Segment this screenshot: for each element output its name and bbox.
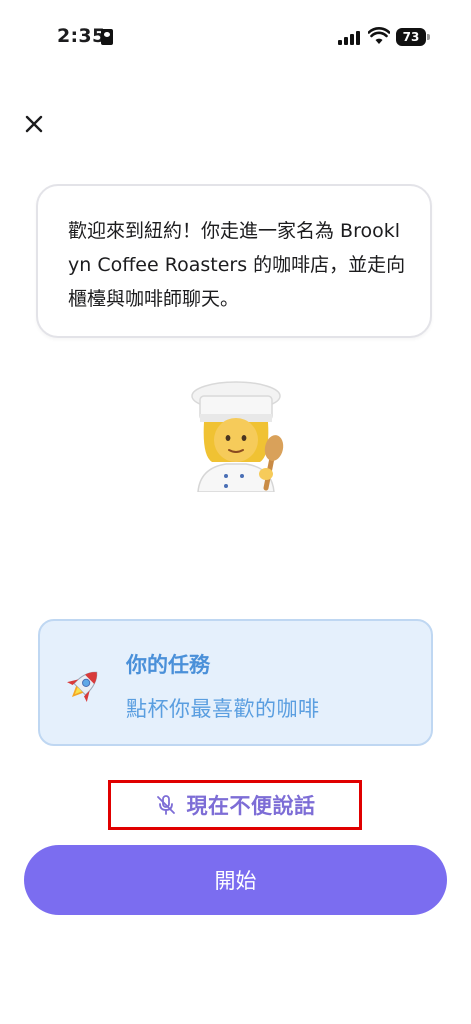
mic-off-icon bbox=[156, 795, 175, 815]
mission-title: 你的任務 bbox=[126, 653, 210, 677]
mission-card: 你的任務 點杯你最喜歡的咖啡 bbox=[38, 619, 433, 746]
close-icon[interactable] bbox=[20, 110, 48, 138]
rocket-icon bbox=[67, 671, 98, 702]
cant-talk-button[interactable]: 現在不便說話 bbox=[108, 780, 362, 830]
battery-level: 73 bbox=[396, 28, 426, 46]
signal-icon bbox=[338, 30, 360, 45]
bubble-text: 歡迎來到紐約！你走進一家名為 Brooklyn Coffee Roasters … bbox=[68, 220, 406, 310]
id-card-icon bbox=[101, 29, 113, 45]
mission-description: 點杯你最喜歡的咖啡 bbox=[126, 697, 320, 721]
status-bar: 2:35 73 bbox=[0, 0, 471, 76]
wifi-icon bbox=[368, 27, 390, 44]
start-button[interactable]: 開始 bbox=[24, 845, 447, 915]
speech-bubble: 歡迎來到紐約！你走進一家名為 Brooklyn Coffee Roasters … bbox=[36, 184, 432, 338]
cant-talk-label: 現在不便說話 bbox=[186, 794, 316, 818]
status-time: 2:35 bbox=[57, 25, 106, 47]
battery-icon: 73 bbox=[396, 28, 432, 46]
chef-avatar bbox=[191, 381, 284, 492]
